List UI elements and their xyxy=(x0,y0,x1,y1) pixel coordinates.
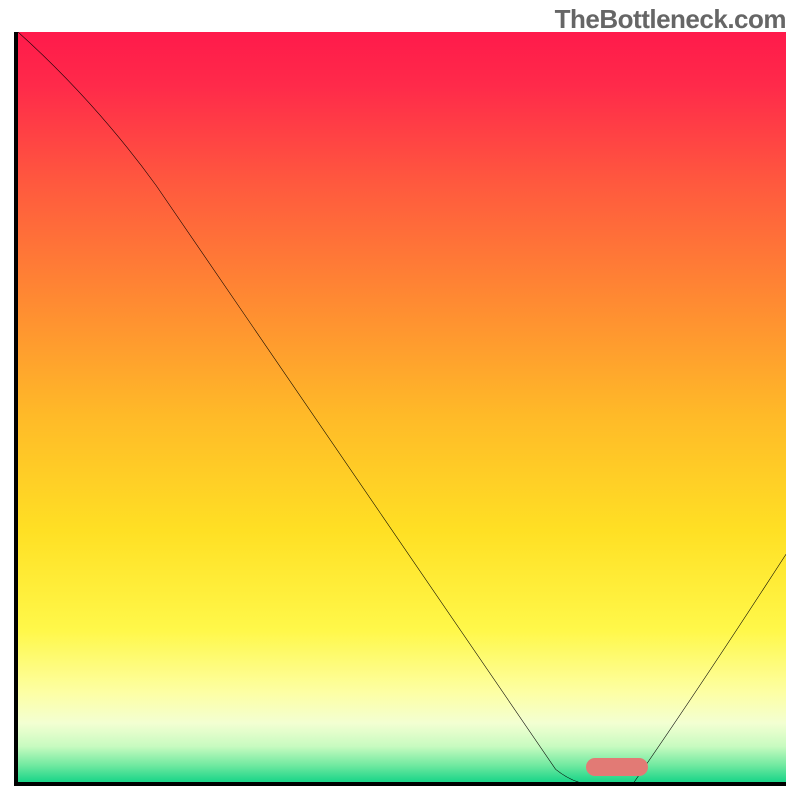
watermark-text: TheBottleneck.com xyxy=(555,4,786,35)
plot-area xyxy=(14,32,786,786)
bottleneck-curve xyxy=(18,32,786,786)
optimal-range-marker xyxy=(586,758,647,776)
bottleneck-chart: TheBottleneck.com xyxy=(0,0,800,800)
